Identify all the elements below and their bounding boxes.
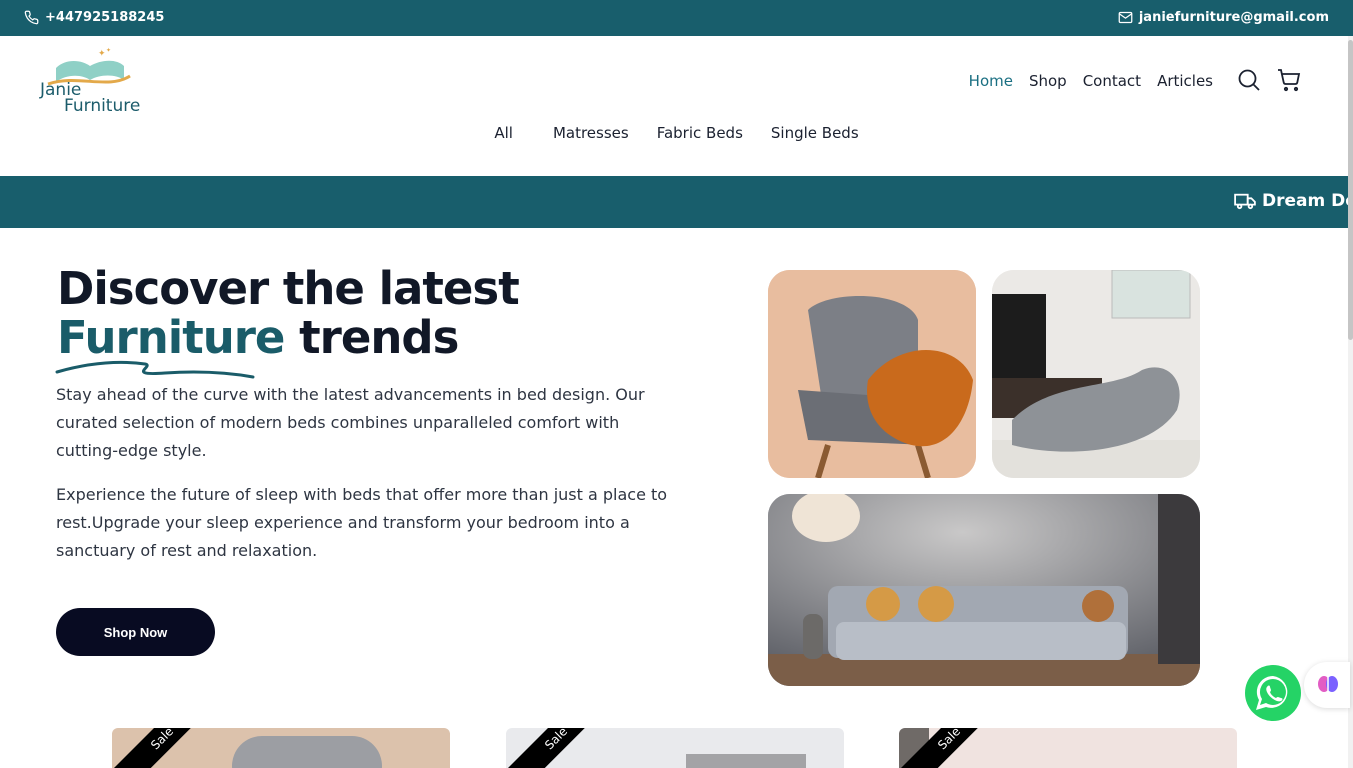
announcement-banner: Dream Deals	[0, 176, 1348, 228]
category-single-beds[interactable]: Single Beds	[769, 124, 861, 142]
product-image-1	[232, 736, 382, 768]
page-scrollbar[interactable]	[1348, 36, 1353, 768]
product-card-2[interactable]: Sale	[506, 728, 844, 768]
cart-icon	[1278, 69, 1301, 92]
sale-badge-1: Sale	[114, 728, 211, 768]
category-nav: All Matresses Fabric Beds Single Beds	[0, 124, 1353, 142]
hero-paragraph-2: Experience the future of sleep with beds…	[56, 485, 668, 560]
mail-icon	[1118, 11, 1133, 24]
sale-badge-2: Sale	[508, 728, 605, 768]
hero-paragraph-1: Stay ahead of the curve with the latest …	[56, 385, 645, 460]
chair-illustration	[768, 270, 976, 478]
hero-image-sofa	[768, 494, 1200, 686]
search-icon	[1238, 69, 1260, 91]
scrollbar-thumb[interactable]	[1348, 40, 1353, 340]
nav-home[interactable]: Home	[969, 72, 1013, 90]
ai-assistant-button[interactable]	[1304, 662, 1350, 708]
nav-articles[interactable]: Articles	[1157, 72, 1213, 90]
banner-text: Dream Deals	[1262, 191, 1348, 211]
hero-image-chair	[768, 270, 976, 478]
whatsapp-icon	[1256, 675, 1288, 710]
nav-shop[interactable]: Shop	[1029, 72, 1067, 90]
top-contact-bar: +447925188245 janiefurniture@gmail.com	[0, 0, 1353, 36]
shop-now-button[interactable]: Shop Now	[56, 608, 215, 656]
hero-title-line1: Discover the latest	[57, 262, 520, 315]
logo-text-furniture: Furniture	[64, 96, 141, 116]
email-address[interactable]: janiefurniture@gmail.com	[1139, 10, 1329, 25]
category-matresses[interactable]: Matresses	[551, 124, 631, 142]
nav-contact[interactable]: Contact	[1083, 72, 1141, 90]
product-card-3[interactable]: Sale	[899, 728, 1237, 768]
product-image-2	[686, 754, 806, 768]
lounger-illustration	[992, 270, 1200, 478]
svg-text:✦: ✦	[106, 47, 111, 54]
site-header: ✦ ✦ Janie Furniture Home Shop Contact Ar…	[0, 36, 1353, 176]
hero-image-lounger	[992, 270, 1200, 478]
phone-icon	[24, 10, 39, 25]
category-all[interactable]: All	[492, 124, 515, 142]
hero-title: Discover the latest Furniture trends	[57, 262, 520, 364]
email-contact[interactable]: janiefurniture@gmail.com	[1118, 10, 1329, 25]
main-nav: Home Shop Contact Articles	[969, 72, 1213, 90]
cart-button[interactable]	[1277, 68, 1301, 92]
site-logo[interactable]: ✦ ✦ Janie Furniture	[38, 44, 148, 116]
banner-ticker: Dream Deals	[1234, 191, 1348, 211]
title-underline-swoosh	[55, 360, 255, 379]
truck-icon	[1234, 193, 1256, 210]
phone-number[interactable]: +447925188245	[45, 10, 164, 25]
whatsapp-button[interactable]	[1245, 665, 1301, 721]
svg-text:✦: ✦	[98, 49, 106, 59]
category-fabric-beds[interactable]: Fabric Beds	[655, 124, 745, 142]
brain-icon	[1318, 676, 1338, 692]
hero-title-rest: trends	[284, 311, 459, 364]
product-card-1[interactable]: Sale	[112, 728, 450, 768]
sofa-illustration	[768, 494, 1200, 686]
search-button[interactable]	[1237, 68, 1261, 92]
phone-contact[interactable]: +447925188245	[24, 10, 164, 25]
